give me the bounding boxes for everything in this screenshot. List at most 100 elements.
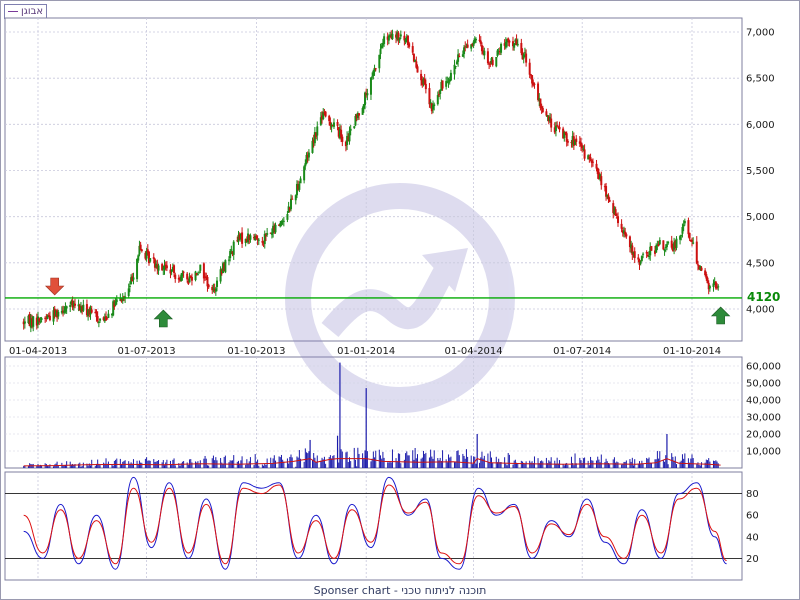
volume-tick-label: 60,000 xyxy=(746,362,781,373)
candle-body xyxy=(639,261,642,264)
candle-body xyxy=(324,111,327,117)
date-tick-label: 01-01-2014 xyxy=(337,346,395,357)
candle-body xyxy=(128,285,131,287)
price-tick-label: 5,500 xyxy=(746,166,775,177)
candle-body xyxy=(383,36,386,44)
candle-body xyxy=(336,122,339,126)
candle-body xyxy=(583,149,586,159)
date-tick-label: 01-07-2014 xyxy=(553,346,611,357)
candle-body xyxy=(700,267,703,271)
candle-body xyxy=(449,72,452,81)
candle-body xyxy=(341,136,344,142)
volume-tick-label: 20,000 xyxy=(746,430,781,441)
candle-body xyxy=(608,199,611,202)
date-tick-label: 01-10-2014 xyxy=(663,346,721,357)
candle-body xyxy=(107,313,110,318)
candle-body xyxy=(591,161,594,163)
candle-body xyxy=(282,220,285,222)
candle-body xyxy=(349,128,352,131)
candle-body xyxy=(575,138,578,142)
candle-body xyxy=(695,241,698,264)
price-tick-label: 7,000 xyxy=(746,28,775,39)
volume-panel xyxy=(4,356,743,469)
candle-body xyxy=(411,46,414,53)
volume-tick-label: 50,000 xyxy=(746,379,781,390)
candle-body xyxy=(199,264,202,271)
candle-body xyxy=(550,118,553,128)
candle-body xyxy=(353,126,356,129)
candle-body xyxy=(533,83,536,85)
candle-body xyxy=(106,318,109,320)
oscillator-axis: 20 40 60 80 xyxy=(746,489,759,565)
candle-body xyxy=(132,277,135,280)
candle-body xyxy=(174,274,177,279)
candle-body xyxy=(466,44,469,48)
candle-body xyxy=(32,316,35,327)
candle-body xyxy=(683,220,686,224)
price-tick-label: 4,500 xyxy=(746,258,775,269)
candle-body xyxy=(675,238,678,248)
date-axis: 01-04-2013 01-07-2013 01-10-2013 01-01-2014… xyxy=(9,346,721,357)
volume-tick-label: 30,000 xyxy=(746,413,781,424)
candle-body xyxy=(516,43,519,46)
candle-body xyxy=(717,286,720,288)
candle-body xyxy=(500,43,503,53)
oscillator-tick-label: 80 xyxy=(746,489,759,500)
candle-body xyxy=(528,62,531,75)
candle-body xyxy=(687,220,690,235)
candle-body xyxy=(408,43,411,47)
candle-body xyxy=(90,309,93,313)
candle-body xyxy=(662,240,665,250)
candle-body xyxy=(369,77,372,95)
oscillator-tick-label: 40 xyxy=(746,532,759,543)
date-tick-label: 01-04-2014 xyxy=(445,346,503,357)
candle-body xyxy=(307,152,310,158)
candle-body xyxy=(48,315,51,321)
candle-body xyxy=(165,265,168,269)
candle-body xyxy=(194,271,197,281)
volume-axis: 10,000 20,000 30,000 40,000 50,000 60,000 xyxy=(746,362,781,458)
candle-body xyxy=(433,104,436,107)
candle-body xyxy=(416,66,419,73)
candle-body xyxy=(230,249,233,251)
candle-body xyxy=(558,126,561,130)
candle-body xyxy=(182,271,185,273)
candle-body xyxy=(207,284,210,288)
candle-body xyxy=(483,50,486,56)
candle-body xyxy=(99,318,102,321)
candle-body xyxy=(667,241,670,244)
candle-body xyxy=(625,234,628,237)
candle-body xyxy=(157,265,160,271)
candle-body xyxy=(508,40,511,43)
candle-body xyxy=(298,183,301,190)
candle-body xyxy=(566,140,569,143)
candle-body xyxy=(286,214,289,220)
candle-body xyxy=(232,241,235,255)
candle-body xyxy=(140,249,143,252)
candle-body xyxy=(541,108,544,113)
candle-body xyxy=(96,316,99,322)
candle-body xyxy=(642,253,645,255)
candle-body xyxy=(173,265,176,273)
candle-body xyxy=(692,242,695,244)
price-tick-label: 5,000 xyxy=(746,212,775,223)
volume-tick-label: 10,000 xyxy=(746,447,781,458)
candle-body xyxy=(149,258,152,262)
volume-tick-label: 40,000 xyxy=(746,396,781,407)
candle-body xyxy=(299,178,302,184)
candle-body xyxy=(424,83,427,90)
candle-body xyxy=(40,318,43,320)
candle-body xyxy=(650,246,653,251)
candle-body xyxy=(458,56,461,58)
candle-body xyxy=(115,299,118,302)
candle-body xyxy=(65,306,68,309)
candle-body xyxy=(224,260,227,273)
candle-body xyxy=(57,311,60,317)
candle-body xyxy=(708,286,711,289)
candle-body xyxy=(358,113,361,116)
candle-body xyxy=(241,232,244,244)
candle-body xyxy=(474,39,477,41)
candle-body xyxy=(274,224,277,233)
oscillator-tick-label: 20 xyxy=(746,554,759,565)
price-tick-label: 6,500 xyxy=(746,74,775,85)
